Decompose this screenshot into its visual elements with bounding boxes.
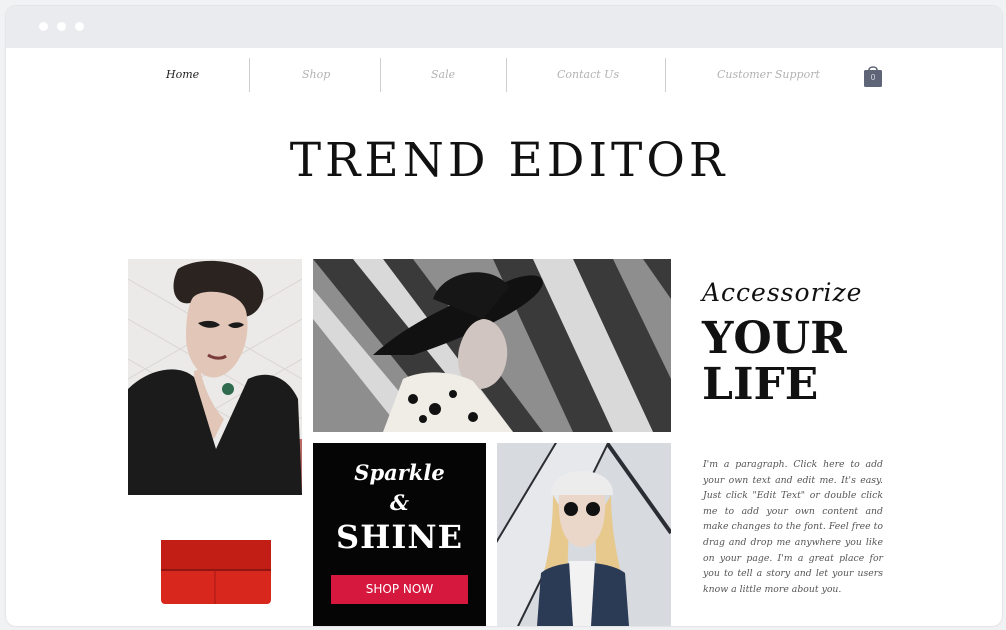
cart-count: 0 bbox=[870, 73, 876, 82]
nav-divider bbox=[506, 58, 507, 92]
nav-sale[interactable]: Sale bbox=[431, 68, 455, 81]
cart-button[interactable]: 0 bbox=[863, 64, 883, 88]
promo-ampersand: & bbox=[390, 490, 409, 515]
feature-life: LIFE bbox=[702, 359, 819, 410]
feature-accessorize: Accessorize bbox=[702, 278, 863, 307]
window-close-dot[interactable] bbox=[39, 22, 48, 31]
promo-sparkle: Sparkle bbox=[354, 460, 445, 485]
nav-divider bbox=[665, 58, 666, 92]
photo-red-clutch bbox=[159, 536, 277, 610]
browser-titlebar bbox=[6, 6, 1002, 48]
browser-window: Home Shop Sale Contact Us Customer Suppo… bbox=[6, 6, 1002, 626]
nav-contact-us[interactable]: Contact Us bbox=[557, 68, 619, 81]
photo-woman-portrait bbox=[128, 259, 302, 495]
photo-woman-beanie bbox=[497, 443, 671, 626]
body-paragraph[interactable]: I'm a paragraph. Click here to add your … bbox=[703, 457, 883, 597]
shop-now-button[interactable]: SHOP NOW bbox=[331, 575, 468, 604]
promo-panel: Sparkle & SHINE SHOP NOW bbox=[313, 443, 486, 626]
nav-divider bbox=[249, 58, 250, 92]
nav-customer-support[interactable]: Customer Support bbox=[717, 68, 820, 81]
window-minimize-dot[interactable] bbox=[57, 22, 66, 31]
feature-your: YOUR bbox=[702, 313, 847, 364]
main-nav: Home Shop Sale Contact Us Customer Suppo… bbox=[6, 56, 1002, 96]
promo-shine: SHINE bbox=[336, 518, 463, 556]
nav-shop[interactable]: Shop bbox=[302, 68, 330, 81]
nav-divider bbox=[380, 58, 381, 92]
photo-woman-hat bbox=[313, 259, 671, 432]
site-title: TREND EDITOR bbox=[289, 133, 729, 188]
window-maximize-dot[interactable] bbox=[75, 22, 84, 31]
nav-home[interactable]: Home bbox=[166, 68, 199, 81]
